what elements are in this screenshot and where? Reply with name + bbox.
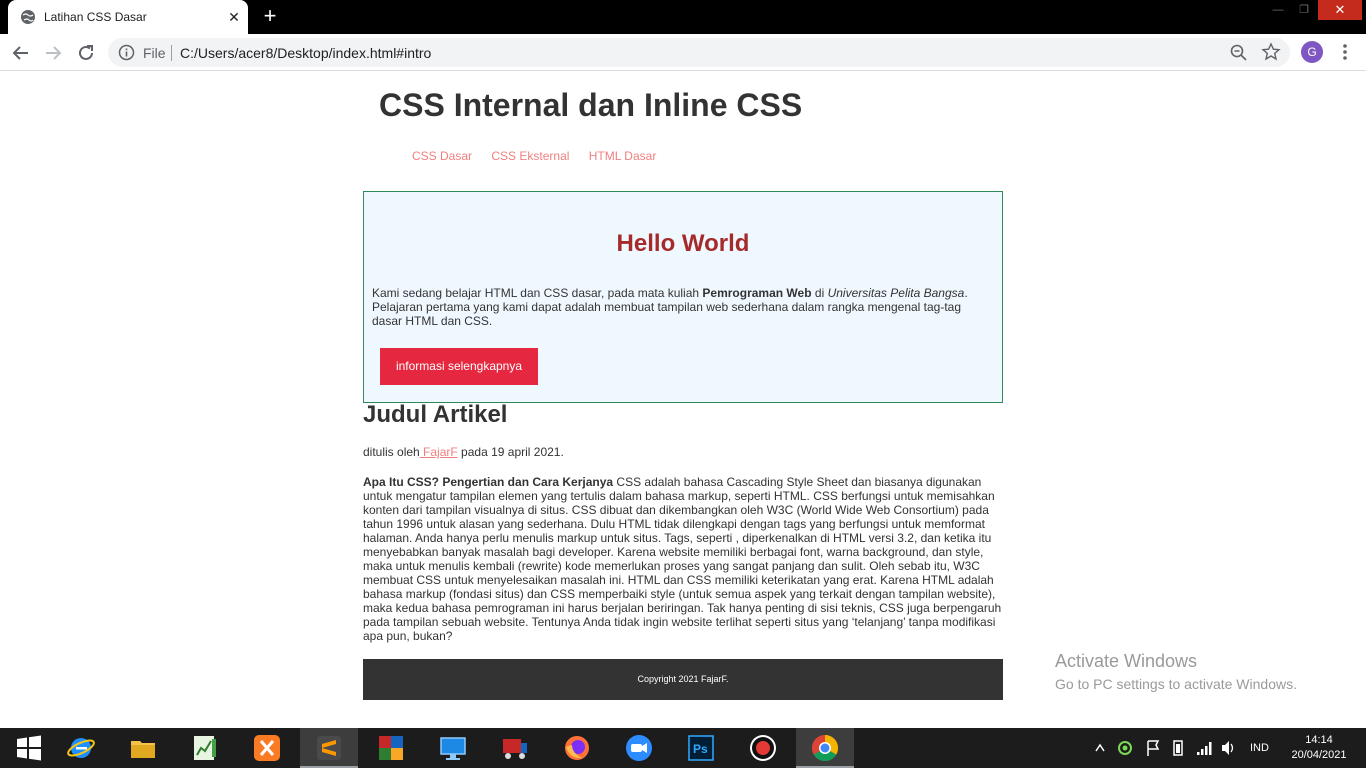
hero-title: Hello World [616,230,750,257]
reload-icon[interactable] [73,40,99,66]
action-center-flag-icon[interactable] [1144,728,1162,768]
article-title: Judul Artikel [363,401,508,428]
more-info-button[interactable]: informasi selengkapnya [380,348,538,385]
globe-icon [21,10,35,24]
article-lead: Apa Itu CSS? Pengertian dan Cara Kerjany… [363,475,614,489]
web-page: CSS Internal dan Inline CSS CSS Dasar CS… [0,71,1366,728]
input-language-indicator[interactable]: IND [1250,728,1274,768]
zoom-camera-icon [626,735,652,761]
url-separator [171,45,172,61]
hero-paragraph: Kami sedang belajar HTML dan CSS dasar, … [372,286,982,328]
new-tab-button[interactable]: + [259,5,281,28]
profile-avatar[interactable]: G [1301,41,1323,63]
byline-suffix: pada 19 april 2021. [457,445,564,459]
info-icon[interactable] [118,44,135,61]
url-scheme-label: File [143,45,166,61]
article-byline: ditulis oleh FajarF pada 19 april 2021. [363,445,564,459]
article-body: Apa Itu CSS? Pengertian dan Cara Kerjany… [363,475,1003,643]
window-minimize-button[interactable]: — [1266,0,1290,20]
article-text: CSS adalah bahasa Cascading Style Sheet … [363,475,1002,643]
sublime-icon [317,736,341,760]
clock-date: 20/04/2021 [1291,749,1347,761]
taskbar-winrar[interactable] [362,728,420,768]
taskbar-chrome[interactable] [796,728,854,768]
activate-subtitle: Go to PC settings to activate Windows. [1055,676,1297,692]
tab-title: Latihan CSS Dasar [44,10,147,24]
firefox-icon [565,736,589,760]
chart-notepad-icon [194,736,216,760]
zoom-out-icon[interactable] [1229,43,1249,63]
photoshop-icon: Ps [688,735,714,761]
activate-title: Activate Windows [1055,651,1198,671]
monitor-icon [440,737,466,760]
taskbar-screen-recorder[interactable] [734,728,792,768]
status-circle-icon[interactable] [1116,728,1134,768]
volume-icon[interactable] [1219,728,1237,768]
address-bar[interactable]: File C:/Users/acer8/Desktop/index.html#i… [108,38,1290,67]
xampp-icon [254,735,280,761]
nav-link-html-dasar[interactable]: HTML Dasar [589,149,657,163]
truck-icon [503,739,527,759]
kebab-menu-icon[interactable] [1334,41,1356,63]
power-battery-icon[interactable] [1170,728,1188,768]
taskbar-task-app[interactable] [176,728,234,768]
hero-text-part: di [811,286,828,300]
svg-text:Ps: Ps [693,742,708,756]
chrome-icon [811,734,839,762]
folder-icon [131,741,155,758]
activate-windows-watermark: Activate Windows Go to PC settings to ac… [1055,651,1297,692]
taskbar-clock[interactable]: 14:14 20/04/2021 [1286,733,1352,763]
browser-toolbar: File C:/Users/acer8/Desktop/index.html#i… [0,34,1366,71]
record-icon [750,735,776,761]
show-hidden-icons-chevron-icon[interactable] [1093,728,1107,768]
byline-prefix: ditulis oleh [363,445,420,459]
winrar-icon [379,736,403,760]
nav-link-css-eksternal[interactable]: CSS Eksternal [491,149,569,163]
taskbar-zoom[interactable] [610,728,668,768]
browser-tab-strip: Latihan CSS Dasar ✕ + — ❐ ✕ [0,0,1366,34]
url-text[interactable]: C:/Users/acer8/Desktop/index.html#intro [180,45,431,61]
browser-tab[interactable]: Latihan CSS Dasar ✕ [8,0,248,34]
page-nav: CSS Dasar CSS Eksternal HTML Dasar [412,149,672,163]
taskbar-internet-explorer[interactable] [52,728,110,768]
network-signal-icon[interactable] [1195,728,1213,768]
windows-logo-icon [17,735,41,761]
nav-link-css-dasar[interactable]: CSS Dasar [412,149,472,163]
page-title: CSS Internal dan Inline CSS [379,87,803,123]
windows-taskbar: Ps IND 14:14 20/04/2021 [0,728,1366,768]
taskbar-photoshop[interactable]: Ps [672,728,730,768]
internet-explorer-icon [67,738,95,758]
start-button[interactable] [0,728,58,768]
taskbar-xampp[interactable] [238,728,296,768]
window-close-button[interactable]: ✕ [1318,0,1362,20]
bookmark-star-icon[interactable] [1261,42,1281,62]
taskbar-file-explorer[interactable] [114,728,172,768]
tab-close-icon[interactable]: ✕ [225,8,243,26]
hero-text-bold: Pemrograman Web [702,286,812,300]
window-maximize-button[interactable]: ❐ [1292,0,1316,20]
clock-time: 14:14 [1305,734,1333,746]
page-footer: Copyright 2021 FajarF. [363,659,1003,700]
taskbar-truck-game[interactable] [486,728,544,768]
forward-arrow-icon[interactable] [40,40,66,66]
taskbar-remote-desktop[interactable] [424,728,482,768]
back-arrow-icon[interactable] [8,40,34,66]
hero-section: Hello World Kami sedang belajar HTML dan… [363,191,1003,403]
author-link[interactable]: FajarF [420,445,458,459]
hero-text-part: Kami sedang belajar HTML dan CSS dasar, … [372,286,703,300]
taskbar-sublime-text[interactable] [300,728,358,768]
hero-text-italic: Universitas Pelita Bangsa [827,286,965,300]
taskbar-firefox[interactable] [548,728,606,768]
